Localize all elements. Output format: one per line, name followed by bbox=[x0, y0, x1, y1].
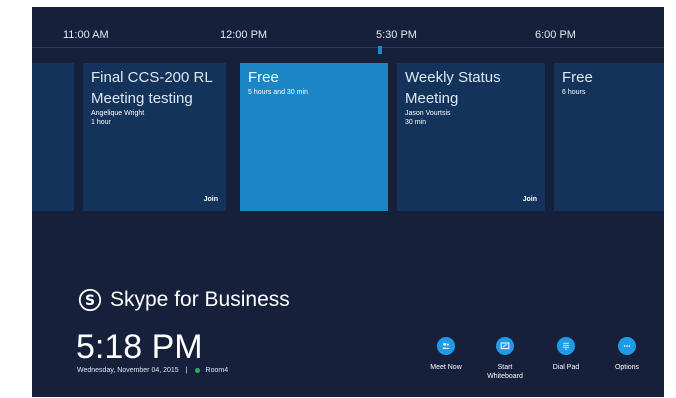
meeting-duration: 30 min bbox=[405, 119, 427, 126]
meeting-title: Meeting bbox=[405, 90, 459, 107]
people-icon bbox=[437, 337, 455, 355]
join-button[interactable]: Join bbox=[523, 196, 537, 203]
meet-now-button[interactable]: Meet Now bbox=[416, 337, 476, 372]
room-display-screen: 11:00 AM 12:00 PM 5:30 PM 6:00 PM Final … bbox=[32, 7, 664, 397]
timeline-tick: 5:30 PM bbox=[376, 29, 417, 41]
meeting-title: Weekly Status bbox=[405, 69, 501, 86]
timeline-tick: 6:00 PM bbox=[535, 29, 576, 41]
meeting-title: Final CCS-200 RL bbox=[91, 69, 213, 86]
meeting-organizer: Jason Vourtsis bbox=[405, 110, 451, 117]
action-label: Meet Now bbox=[430, 364, 462, 371]
free-slot-duration: 5 hours and 30 min bbox=[248, 89, 308, 96]
meeting-cards: Final CCS-200 RL Meeting testing Angeliq… bbox=[32, 63, 664, 211]
join-button[interactable]: Join bbox=[204, 196, 218, 203]
current-time-marker bbox=[378, 46, 382, 54]
action-label: Options bbox=[614, 364, 640, 371]
dial-pad-button[interactable]: Dial Pad bbox=[536, 337, 596, 372]
brand-name: Skype for Business bbox=[110, 288, 290, 311]
meeting-card[interactable]: Weekly Status Meeting Jason Vourtsis 30 … bbox=[397, 63, 545, 211]
more-icon bbox=[618, 337, 636, 355]
timeline-tick: 11:00 AM bbox=[63, 29, 109, 41]
svg-text:S: S bbox=[85, 293, 95, 309]
dialpad-icon bbox=[557, 337, 575, 355]
options-button[interactable]: Options bbox=[597, 337, 657, 372]
skype-logo-icon: S bbox=[78, 288, 102, 312]
meeting-title: Meeting testing bbox=[91, 90, 193, 107]
action-label: Dial Pad bbox=[552, 364, 580, 371]
timeline: 11:00 AM 12:00 PM 5:30 PM 6:00 PM bbox=[32, 7, 664, 48]
start-whiteboard-button[interactable]: Start Whiteboard bbox=[475, 337, 535, 381]
action-label: Start bbox=[497, 364, 513, 371]
meeting-duration: 1 hour bbox=[91, 119, 111, 126]
free-slot-duration: 6 hours bbox=[562, 89, 586, 96]
free-slot-title: Free bbox=[562, 69, 593, 86]
whiteboard-icon bbox=[496, 337, 514, 355]
meeting-card-partial[interactable] bbox=[32, 63, 74, 211]
timeline-tick: 12:00 PM bbox=[220, 29, 268, 41]
action-bar: Meet Now Start Whiteboard Dial Pad Optio… bbox=[32, 337, 664, 387]
free-slot-title: Free bbox=[248, 69, 279, 86]
action-label: Whiteboard bbox=[487, 373, 523, 380]
free-slot-card[interactable]: Free 6 hours bbox=[554, 63, 664, 211]
brand: S Skype for Business bbox=[78, 288, 290, 312]
meeting-card[interactable]: Final CCS-200 RL Meeting testing Angeliq… bbox=[83, 63, 226, 211]
meeting-organizer: Angelique Wright bbox=[91, 110, 145, 117]
free-slot-card[interactable]: Free 5 hours and 30 min bbox=[240, 63, 388, 211]
